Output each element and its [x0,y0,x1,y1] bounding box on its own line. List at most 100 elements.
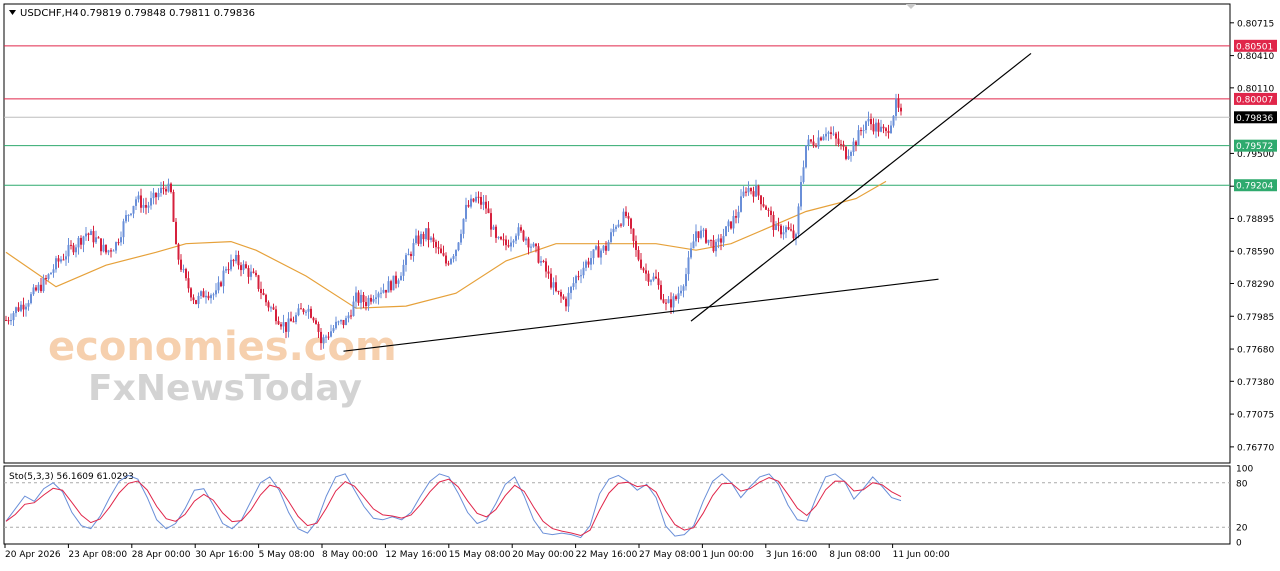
candle-body [640,259,642,269]
candle-body [450,258,452,264]
candle-body [42,277,45,292]
candle-body [77,237,80,248]
candle-body [45,277,47,279]
candle-body [70,244,72,246]
candle-body [480,196,482,205]
candle-body [325,336,327,338]
candle-body [90,231,92,235]
candle-body [335,321,337,329]
candle-body [12,313,15,321]
time-tick-label: 12 May 16:00 [385,550,447,560]
candle-body [55,258,57,270]
candle-body [567,292,570,307]
candle-body [617,224,620,227]
candle-body [727,221,730,227]
chart-canvas[interactable]: USDCHF,H4 0.79819 0.79848 0.79811 0.7983… [0,0,1280,567]
candle-body [790,229,792,231]
candle-body [452,256,455,259]
candle-body [797,206,800,235]
candle-body [685,274,687,287]
time-tick-label: 28 Apr 00:00 [132,550,191,560]
candle-body [435,241,437,248]
candle-body [442,253,445,256]
candle-body [242,264,245,271]
candle-body [300,308,302,310]
candle-body [412,243,415,257]
candle-body [572,283,575,287]
candle-body [62,259,65,261]
candle-body [455,250,457,257]
candle-body [750,187,752,192]
candle-body [680,290,682,294]
candle-body [825,133,827,137]
candle-body [150,198,152,206]
candle-body [402,264,405,276]
time-tick-label: 20 Apr 2026 [5,550,61,560]
candle-body [530,246,532,248]
candle-body [612,228,615,233]
candle-body [177,244,180,260]
candle-body [737,211,740,218]
candle-body [225,269,227,271]
candle-body [407,253,410,256]
candle-body [27,303,30,307]
candle-body [780,225,782,235]
candle-body [10,320,12,322]
candle-body [560,292,562,297]
candle-body [80,237,82,245]
candle-body [695,231,697,242]
candle-body [132,205,135,214]
candle-body [37,284,40,291]
level-tag-label: 0.79204 [1236,182,1273,192]
candle-body [860,130,862,132]
level-tag-label: 0.79572 [1236,142,1273,152]
candle-body [792,230,795,239]
candle-body [490,213,492,230]
candle-body [247,268,250,277]
candle-body [317,323,320,332]
stochastic-tick-label: 80 [1236,479,1248,489]
candle-body [552,282,555,288]
candle-body [375,297,377,299]
candle-body [755,185,757,197]
time-tick-label: 22 May 16:00 [576,550,638,560]
candle-body [260,288,262,293]
candle-body [255,272,257,276]
time-tick-label: 15 May 08:00 [449,550,511,560]
candle-body [282,322,285,327]
candle-body [502,239,505,241]
candle-body [285,322,287,332]
candle-body [690,248,692,258]
candle-body [35,287,37,291]
candle-body [512,240,515,243]
candle-body [75,247,77,253]
candle-body [510,242,512,247]
candle-body [732,216,735,229]
candle-body [810,139,812,142]
time-tick-label: 11 Jun 00:00 [893,550,950,560]
candle-body [485,201,487,209]
candle-body [702,229,705,231]
candle-body [385,289,387,293]
candle-body [837,138,840,145]
candle-body [427,228,430,240]
candle-body [742,191,745,197]
candle-body [587,261,590,265]
candle-body [585,261,587,268]
price-axis: 0.807150.804100.801100.795000.791950.788… [1230,19,1274,453]
candle-body [362,294,365,303]
price-tick-label: 0.78290 [1237,280,1274,290]
candle-body [557,290,560,293]
candle-body [697,231,700,238]
candle-body [170,183,172,192]
candle-body [660,285,662,300]
candle-body [550,273,552,288]
candle-body [607,241,610,251]
candle-body [110,250,112,252]
candle-body [887,130,890,134]
candle-body [675,296,677,300]
candle-body [620,224,622,226]
candle-body [292,321,295,323]
candle-body [555,282,557,291]
time-tick-label: 23 Apr 08:00 [68,550,127,560]
